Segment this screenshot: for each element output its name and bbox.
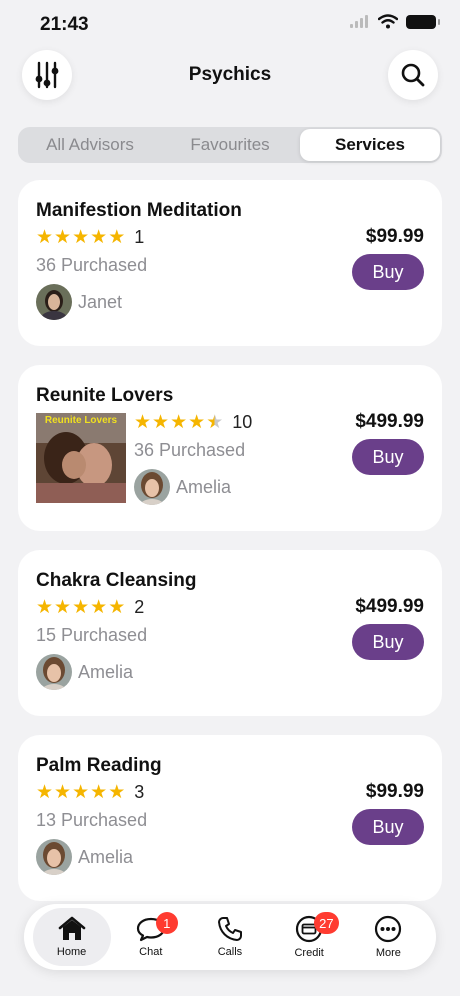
buy-button[interactable]: Buy [352,439,424,475]
rating-count: 2 [134,597,145,617]
service-title: Chakra Cleansing [36,570,197,591]
star-icon: ★ [108,597,126,618]
rating-count: 1 [134,227,145,247]
tab-home[interactable]: Home [32,908,111,966]
star-icon: ★ [36,782,54,803]
advisor-name: Amelia [78,846,134,867]
search-icon [401,63,425,87]
status-icons [350,14,440,29]
purchased-count: 13 Purchased [36,810,148,830]
rating-stars: ★ ★ ★ ★ ★ 3 [36,782,144,803]
tab-label: Credit [294,947,324,959]
service-price: $499.99 [355,596,424,617]
advisor[interactable]: Amelia [134,469,231,505]
service-card[interactable]: Reunite Lovers Reunite Lovers ★ ★ ★ ★ ★ … [18,365,442,531]
advisor[interactable]: Amelia [36,654,133,690]
star-icon: ★ [108,227,126,248]
advisor-name: Amelia [78,661,134,682]
tab-more[interactable]: More [349,908,427,966]
star-icon: ★ [36,227,54,248]
advisor-name: Amelia [176,476,232,497]
service-price: $499.99 [355,411,424,432]
status-time: 21:43 [40,14,89,35]
tab-services[interactable]: Services [300,129,440,161]
rating-count: 10 [232,412,253,432]
avatar [36,839,72,875]
advisor-name: Janet [78,291,123,312]
star-icon: ★ [108,782,126,803]
service-title: Manifestion Meditation [36,200,242,221]
service-title: Palm Reading [36,755,162,776]
star-icon: ★ [72,782,90,803]
rating-stars: ★ ★ ★ ★ ★ 2 [36,597,144,618]
notification-badge: 1 [155,912,178,934]
tab-credit[interactable]: Credit 27 [270,908,348,966]
home-icon [58,916,85,940]
service-card[interactable]: Chakra Cleansing ★ ★ ★ ★ ★ 2 15 Purchase… [18,550,442,716]
wifi-icon [378,14,398,29]
service-card[interactable]: Manifestion Meditation ★ ★ ★ ★ ★ 1 36 Pu… [18,180,442,346]
service-price: $99.99 [365,781,424,802]
service-title: Reunite Lovers [36,385,174,406]
star-icon: ★ [90,597,108,618]
rating-stars: ★ ★ ★ ★ ★ 1 [36,227,144,248]
segmented-control: All Advisors Favourites Services [18,127,442,163]
service-thumbnail: Reunite Lovers [36,413,126,503]
star-icon: ★ [90,782,108,803]
advisor[interactable]: Amelia [36,839,133,875]
rating-stars: ★ ★ ★ ★ ★ 10 [134,412,252,433]
more-icon [375,915,402,943]
purchased-count: 36 Purchased [36,255,148,275]
phone-icon [217,917,242,941]
star-icon: ★ [54,227,72,248]
tab-label: Home [56,946,87,958]
star-icon: ★ [36,597,54,618]
star-icon: ★ [54,782,72,803]
tab-calls[interactable]: Calls [191,908,269,966]
star-icon: ★ [72,227,90,248]
thumbnail-label: Reunite Lovers [44,415,118,426]
tab-label: Chat [139,946,163,958]
star-icon: ★ [134,412,152,433]
avatar [36,284,72,320]
avatar [36,654,72,690]
tab-label: Calls [217,946,243,958]
star-icon: ★ [188,412,206,433]
tab-all-advisors[interactable]: All Advisors [20,129,160,161]
tab-label: More [375,947,401,959]
avatar [134,469,170,505]
signal-icon [350,15,368,28]
service-card[interactable]: Palm Reading ★ ★ ★ ★ ★ 3 13 Purchased Am… [18,735,442,901]
star-icon: ★ [54,597,72,618]
buy-button[interactable]: Buy [352,254,424,290]
star-icon: ★ [90,227,108,248]
status-bar: 21:43 [0,0,460,48]
rating-count: 3 [134,782,145,802]
battery-icon [406,14,440,29]
search-button[interactable] [388,50,438,100]
buy-button[interactable]: Buy [352,624,424,660]
star-icon: ★ [152,412,170,433]
half-star-icon: ★ [206,412,224,433]
purchased-count: 36 Purchased [134,440,246,460]
tab-favourites[interactable]: Favourites [160,129,300,161]
purchased-count: 15 Purchased [36,625,148,645]
tab-bar: Home Chat 1 Calls Credit 27 More [24,904,436,970]
advisor[interactable]: Janet [36,284,122,320]
star-icon: ★ [170,412,188,433]
buy-button[interactable]: Buy [352,809,424,845]
header: Psychics [0,48,460,102]
service-price: $99.99 [365,226,424,247]
notification-badge: 27 [314,912,339,934]
star-icon: ★ [72,597,90,618]
tab-chat[interactable]: Chat 1 [112,908,190,966]
